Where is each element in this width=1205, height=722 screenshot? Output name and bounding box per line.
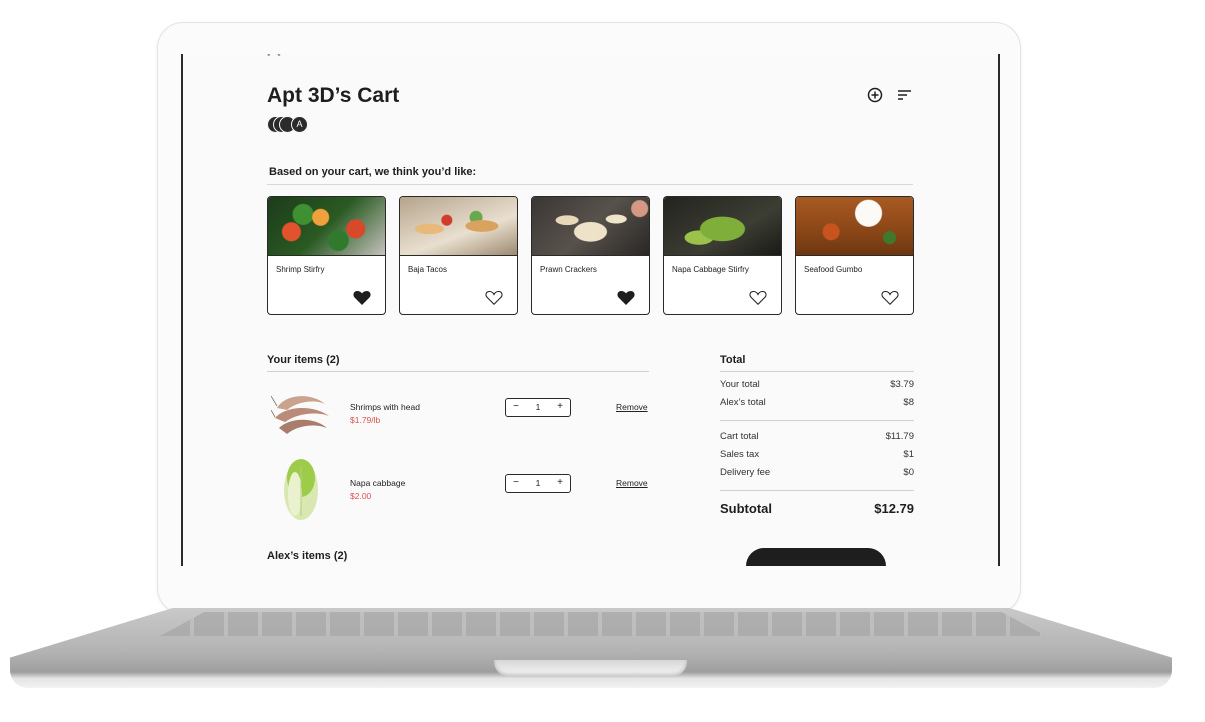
quantity-stepper[interactable]: − 1 + (505, 474, 571, 493)
member-avatars[interactable]: A (267, 116, 327, 133)
cart-total-label: Cart total (720, 431, 759, 442)
divider (720, 371, 914, 372)
increment-button[interactable]: + (552, 399, 568, 416)
recommendation-list: Shrimp Stirfry Baja Tacos Prawn Crackers… (267, 196, 917, 316)
recommendation-card-prawn-crackers[interactable]: Prawn Crackers (531, 196, 650, 315)
laptop-keyboard (160, 612, 1046, 636)
avatar-alex: A (291, 116, 308, 133)
item-price: $1.79/lb (350, 415, 381, 425)
quantity-value: 1 (535, 478, 541, 488)
divider (720, 420, 914, 421)
quantity-value: 1 (535, 402, 541, 412)
recommendation-card-shrimp-stirfry[interactable]: Shrimp Stirfry (267, 196, 386, 315)
alex-total-value: $8 (903, 397, 914, 408)
divider (720, 490, 914, 491)
recommendation-name: Seafood Gumbo (804, 265, 863, 274)
cabbage-image (284, 459, 318, 520)
recommendation-name: Prawn Crackers (540, 265, 597, 274)
remove-button[interactable]: Remove (616, 478, 648, 488)
heart-outline-icon[interactable] (881, 289, 899, 306)
alex-total-label: Alex’s total (720, 397, 766, 408)
alex-items-heading: Alex’s items (2) (267, 550, 348, 562)
total-heading: Total (720, 354, 746, 366)
item-name: Shrimps with head (350, 402, 420, 412)
sales-tax-value: $1 (903, 449, 914, 460)
subtotal-value: $12.79 (874, 501, 914, 516)
checkout-button[interactable]: Checkout (746, 548, 886, 566)
heart-filled-icon[interactable] (617, 289, 635, 306)
plus-circle-icon[interactable] (866, 86, 884, 104)
baja-tacos-photo (400, 197, 517, 256)
heart-filled-icon[interactable] (353, 289, 371, 306)
scroll-indicator: • • (267, 54, 283, 61)
recommendations-heading: Based on your cart, we think you’d like: (269, 166, 477, 178)
item-name: Napa cabbage (350, 478, 406, 488)
napa-cabbage-stirfry-photo (664, 197, 781, 256)
seafood-gumbo-photo (796, 197, 913, 256)
page-title: Apt 3D’s Cart (267, 84, 400, 107)
shrimp-image (271, 395, 329, 434)
recommendation-name: Baja Tacos (408, 265, 447, 274)
laptop-notch (494, 660, 687, 676)
heart-outline-icon[interactable] (485, 289, 503, 306)
recommendation-card-baja-tacos[interactable]: Baja Tacos (399, 196, 518, 315)
recommendation-card-seafood-gumbo[interactable]: Seafood Gumbo (795, 196, 914, 315)
your-total-value: $3.79 (890, 379, 914, 390)
decrement-button[interactable]: − (508, 475, 524, 492)
sort-lines-icon[interactable] (896, 86, 914, 104)
cart-total-value: $11.79 (885, 431, 914, 442)
delivery-fee-value: $0 (903, 467, 914, 478)
decrement-button[interactable]: − (508, 399, 524, 416)
recommendation-card-napa-cabbage-stirfry[interactable]: Napa Cabbage Stirfry (663, 196, 782, 315)
recommendation-name: Shrimp Stirfry (276, 265, 325, 274)
increment-button[interactable]: + (552, 475, 568, 492)
shrimp-stirfry-photo (268, 197, 385, 256)
subtotal-label: Subtotal (720, 501, 772, 516)
laptop-screen: • • Apt 3D’s Cart A Based on your cart, … (181, 54, 1000, 566)
your-total-label: Your total (720, 379, 760, 390)
heart-outline-icon[interactable] (749, 289, 767, 306)
quantity-stepper[interactable]: − 1 + (505, 398, 571, 417)
divider (267, 184, 913, 185)
sales-tax-label: Sales tax (720, 449, 760, 460)
remove-button[interactable]: Remove (616, 402, 648, 412)
your-items-heading: Your items (2) (267, 354, 340, 366)
recommendation-name: Napa Cabbage Stirfry (672, 265, 749, 274)
divider (267, 371, 649, 372)
item-price: $2.00 (350, 491, 372, 501)
prawn-crackers-photo (532, 197, 649, 256)
delivery-fee-label: Delivery fee (720, 467, 771, 478)
